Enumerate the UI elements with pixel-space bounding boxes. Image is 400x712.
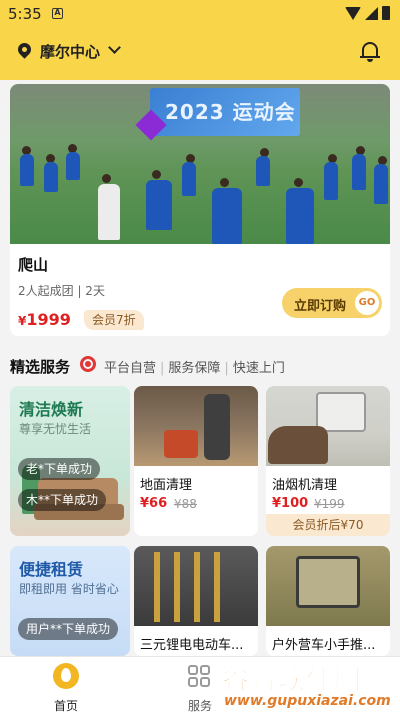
service-name: 地面清理 xyxy=(140,478,193,493)
tag-service-guarantee: 服务保障 xyxy=(168,361,221,376)
featured-price-value: 1999 xyxy=(26,310,71,329)
watermark-url: www.gupuxiazai.com xyxy=(224,693,391,709)
service-card-hood[interactable]: 油烟机清理 ¥100 ¥199 会员折后¥70 xyxy=(266,386,390,536)
service-price: ¥100 xyxy=(272,496,309,511)
wifi-icon xyxy=(345,6,361,20)
service-name: 户外营车小手推... xyxy=(272,638,376,653)
member-discount-badge: 会员7折 xyxy=(84,310,144,330)
home-icon xyxy=(53,663,79,689)
order-now-label: 立即订购 xyxy=(294,299,347,314)
service-name: 油烟机清理 xyxy=(272,478,338,493)
header: 5:35 A 摩尔中心 xyxy=(0,0,400,80)
featured-photo: 2023 运动会 xyxy=(10,84,390,244)
grid-icon xyxy=(188,665,212,689)
promo-tile-cleaning[interactable]: 清洁焕新 尊享无忧生活 老*下单成功 木**下单成功 xyxy=(10,386,130,536)
service-image xyxy=(134,546,258,626)
promo-title: 便捷租赁 xyxy=(19,560,84,579)
service-card-outdoor-cart[interactable]: 户外营车小手推... xyxy=(266,546,390,656)
service-name: 三元锂电电动车... xyxy=(140,638,244,653)
go-icon: GO xyxy=(355,291,379,315)
service-image xyxy=(134,386,258,466)
order-ticker: 老*下单成功 xyxy=(18,458,101,480)
signal-icon xyxy=(365,6,378,20)
section-tags: 平台自营 | 服务保障 | 快速上门 xyxy=(104,361,285,376)
status-time: 5:35 xyxy=(8,5,42,23)
a-notification-icon: A xyxy=(52,8,63,19)
watermark: 谷普软件园 www.gupuxiazai.com xyxy=(216,656,400,712)
promo-title: 清洁焕新 xyxy=(19,400,84,419)
service-member-price: 会员折后¥70 xyxy=(266,514,390,536)
featured-title: 爬山 xyxy=(18,256,49,274)
status-bar: 5:35 A xyxy=(0,0,400,28)
service-old-price: ¥199 xyxy=(314,497,345,511)
order-ticker: 木**下单成功 xyxy=(18,489,107,511)
tag-fast-visit: 快速上门 xyxy=(232,361,285,376)
promo-subtitle: 即租即用 省时省心 xyxy=(19,582,119,596)
featured-price: ¥1999 xyxy=(18,310,71,329)
service-card-floor[interactable]: 地面清理 ¥66 ¥88 xyxy=(134,386,258,536)
watermark-text: 谷普软件园 xyxy=(222,665,362,697)
order-now-button[interactable]: 立即订购 GO xyxy=(282,288,382,318)
nav-home-label: 首页 xyxy=(53,699,78,712)
location-pin-icon xyxy=(15,40,34,59)
crowd xyxy=(10,144,390,244)
service-card-battery[interactable]: 三元锂电电动车... xyxy=(134,546,258,656)
order-ticker: 用户**下单成功 xyxy=(18,618,119,640)
service-image xyxy=(266,546,390,626)
section-header: 精选服务 平台自营 | 服务保障 | 快速上门 xyxy=(10,354,390,376)
location-name[interactable]: 摩尔中心 xyxy=(40,41,100,62)
featured-meta: 2人起成团 | 2天 xyxy=(18,284,105,298)
system-icons xyxy=(345,6,390,20)
promo-tile-rental[interactable]: 便捷租赁 即租即用 省时省心 用户**下单成功 xyxy=(10,546,130,656)
promo-subtitle: 尊享无忧生活 xyxy=(19,422,92,436)
service-image xyxy=(266,386,390,466)
featured-card[interactable]: 2023 运动会 爬山 2人起成团 | 2天 ¥1999 会员7折 立即订购 G… xyxy=(10,84,390,336)
bell-icon[interactable] xyxy=(360,40,380,62)
tag-self-operated: 平台自营 xyxy=(104,361,157,376)
target-icon xyxy=(80,356,96,372)
service-price: ¥66 xyxy=(140,496,168,511)
location-selector[interactable]: 摩尔中心 xyxy=(0,34,400,70)
banner-text: 2023 运动会 xyxy=(165,100,296,124)
battery-icon xyxy=(382,6,390,20)
chevron-down-icon[interactable] xyxy=(108,41,121,54)
service-old-price: ¥88 xyxy=(174,497,197,511)
section-title: 精选服务 xyxy=(10,358,71,376)
